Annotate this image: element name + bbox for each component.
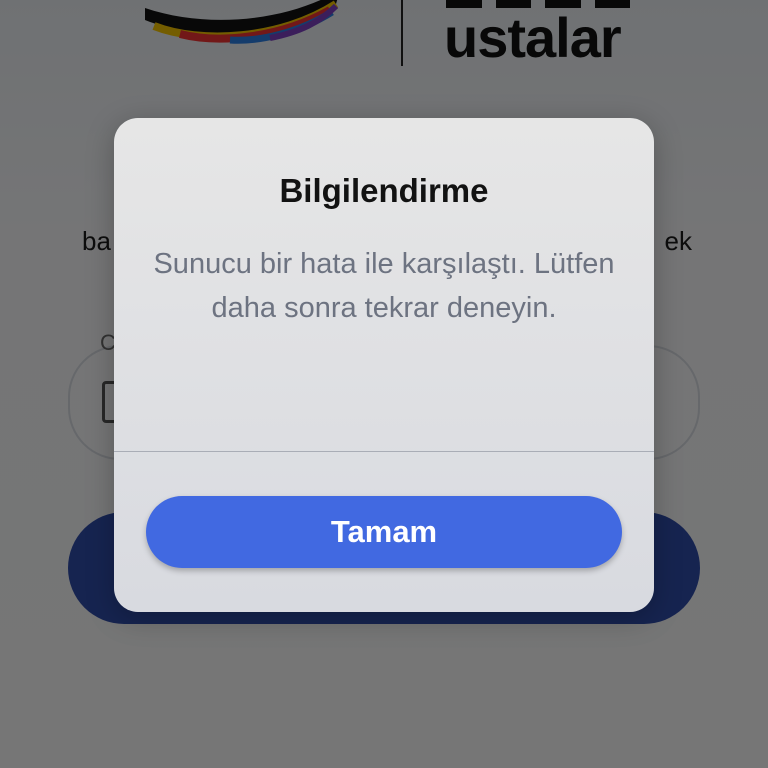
dialog-divider bbox=[114, 451, 654, 452]
dialog-title: Bilgilendirme bbox=[279, 172, 489, 209]
dialog-message: Sunucu bir hata ile karşılaştı. Lütfen d… bbox=[153, 248, 615, 324]
ok-button[interactable]: Tamam bbox=[146, 496, 622, 568]
